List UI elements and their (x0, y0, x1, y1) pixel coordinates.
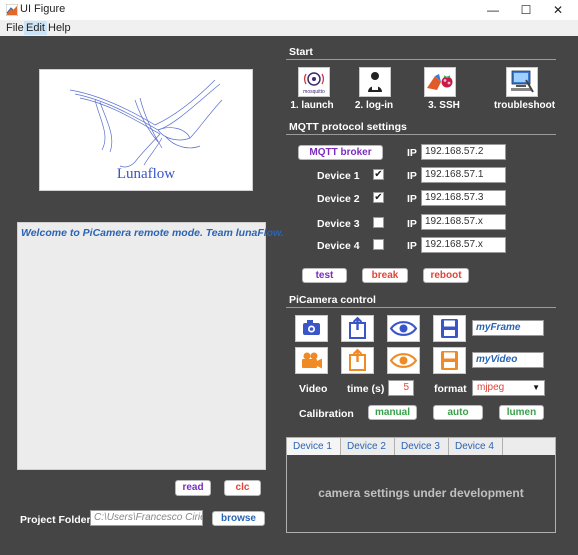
calibration-lumen-button[interactable]: lumen (499, 405, 544, 420)
tab-device-2[interactable]: Device 2 (341, 438, 395, 455)
troubleshoot-label: troubleshoot (494, 100, 556, 111)
mqtt-section-title: MQTT protocol settings (289, 121, 407, 133)
calibration-label: Calibration (299, 408, 354, 420)
menu-help[interactable]: Help (46, 21, 73, 35)
format-value: mjpeg (477, 382, 505, 393)
device-3-label: Device 3 (317, 218, 360, 230)
reboot-button[interactable]: reboot (423, 268, 469, 283)
clc-button[interactable]: clc (224, 480, 261, 496)
menu-edit[interactable]: Edit (24, 21, 47, 35)
title-bar: UI Figure — ☐ ✕ (0, 0, 578, 20)
device-4-checkbox[interactable] (373, 239, 384, 250)
svg-text:mosquitto: mosquitto (303, 89, 325, 95)
device-2-ip-label: IP (407, 193, 417, 205)
broker-ip-field[interactable]: 192.168.57.2 (421, 144, 506, 160)
console-message: Welcome to PiCamera remote mode. Team lu… (21, 227, 284, 239)
tab-device-4[interactable]: Device 4 (449, 438, 503, 455)
mqtt-broker-button[interactable]: MQTT broker (298, 145, 383, 160)
time-input[interactable]: 5 (388, 380, 414, 396)
lunaflow-logo: Lunaflow (39, 69, 253, 191)
time-label: time (s) (347, 383, 385, 395)
read-button[interactable]: read (175, 480, 211, 496)
tab-device-1[interactable]: Device 1 (287, 438, 341, 455)
device-1-ip-label: IP (407, 170, 417, 182)
device-4-label: Device 4 (317, 240, 360, 252)
tab-device-3[interactable]: Device 3 (395, 438, 449, 455)
device-1-label: Device 1 (317, 170, 360, 182)
device-3-ip-label: IP (407, 218, 417, 230)
video-name-field[interactable]: myVideo (472, 352, 544, 368)
window-title: UI Figure (20, 3, 66, 15)
device-3-checkbox[interactable] (373, 217, 384, 228)
video-label: Video (299, 383, 328, 395)
ssh-icon[interactable] (424, 67, 456, 97)
device-1-checkbox[interactable]: ✔ (373, 169, 384, 180)
save-video-icon[interactable] (433, 347, 466, 374)
save-frame-icon[interactable] (433, 315, 466, 342)
device-tab-panel: Device 1 Device 2 Device 3 Device 4 came… (286, 437, 556, 533)
device-2-ip-field[interactable]: 192.168.57.3 (421, 190, 506, 206)
capture-frame-icon[interactable] (295, 315, 328, 342)
format-label: format (434, 383, 467, 395)
tab-content-message: camera settings under development (318, 486, 524, 500)
troubleshoot-icon[interactable] (506, 67, 538, 97)
calibration-manual-button[interactable]: manual (368, 405, 417, 420)
ssh-label: 3. SSH (428, 100, 460, 111)
lunaflow-logo-image: Lunaflow (69, 79, 223, 182)
mqtt-divider (286, 134, 556, 135)
project-folder-input[interactable]: C:\Users\Francesco Cirielli (90, 510, 203, 526)
device-1-ip-field[interactable]: 192.168.57.1 (421, 167, 506, 183)
menu-bar: File Edit Help (0, 20, 578, 36)
device-3-ip-field[interactable]: 192.168.57.x (421, 214, 506, 230)
browse-button[interactable]: browse (212, 511, 265, 526)
mosquitto-icon[interactable]: mosquitto (298, 67, 330, 97)
device-tab-bar: Device 1 Device 2 Device 3 Device 4 (287, 438, 555, 455)
export-video-icon[interactable] (341, 347, 374, 374)
menu-file[interactable]: File (4, 21, 26, 35)
start-divider (286, 59, 556, 60)
calibration-auto-button[interactable]: auto (433, 405, 483, 420)
export-frame-icon[interactable] (341, 315, 374, 342)
close-button[interactable]: ✕ (543, 1, 573, 19)
test-button[interactable]: test (302, 268, 347, 283)
frame-name-field[interactable]: myFrame (472, 320, 544, 336)
device-2-label: Device 2 (317, 193, 360, 205)
picamera-section-title: PiCamera control (289, 294, 376, 306)
preview-frame-icon[interactable] (387, 315, 420, 342)
picamera-divider (286, 307, 556, 308)
device-2-checkbox[interactable]: ✔ (373, 192, 384, 203)
format-select[interactable]: mjpeg ▼ (472, 380, 545, 396)
matlab-app-icon (6, 4, 18, 16)
break-button[interactable]: break (362, 268, 408, 283)
start-section-title: Start (289, 46, 313, 58)
device-4-ip-field[interactable]: 192.168.57.x (421, 237, 506, 253)
login-icon[interactable] (359, 67, 391, 97)
project-folder-label: Project Folder (20, 514, 91, 526)
login-label: 2. log-in (354, 100, 394, 111)
record-video-icon[interactable] (295, 347, 328, 374)
minimize-button[interactable]: — (478, 1, 508, 19)
launch-label: 1. launch (290, 100, 334, 111)
preview-video-icon[interactable] (387, 347, 420, 374)
device-4-ip-label: IP (407, 240, 417, 252)
logo-wordmark: Lunaflow (117, 166, 175, 182)
broker-ip-label: IP (407, 147, 417, 159)
chevron-down-icon: ▼ (532, 383, 540, 392)
status-console: Welcome to PiCamera remote mode. Team lu… (17, 222, 284, 470)
maximize-button[interactable]: ☐ (511, 1, 541, 19)
